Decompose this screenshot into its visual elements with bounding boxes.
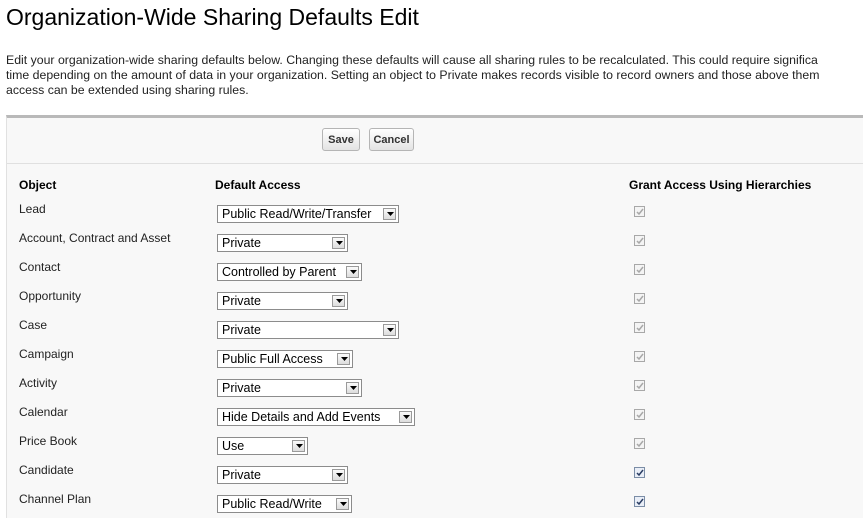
default-access-value: Hide Details and Add Events [222, 410, 381, 424]
grant-access-checkbox [634, 409, 645, 420]
description-line: time depending on the amount of data in … [6, 68, 820, 82]
checkmark-icon [636, 469, 644, 477]
object-label: Candidate [19, 463, 74, 477]
checkmark-icon [636, 266, 644, 274]
grant-access-checkbox [634, 380, 645, 391]
column-header-default-access: Default Access [215, 178, 301, 192]
button-bar: Save Cancel [7, 118, 863, 164]
default-access-value: Private [222, 236, 261, 250]
grant-access-checkbox [634, 351, 645, 362]
object-label: Lead [19, 202, 46, 216]
grant-access-checkbox [634, 235, 645, 246]
object-label: Contact [19, 260, 61, 274]
object-label: Campaign [19, 347, 74, 361]
sharing-row: Price Book Use [7, 434, 863, 463]
default-access-select[interactable]: Public Full Access [217, 350, 353, 368]
chevron-down-icon[interactable] [332, 469, 345, 481]
object-label: Activity [19, 376, 58, 390]
chevron-down-icon[interactable] [336, 498, 349, 510]
column-header-grant-access: Grant Access Using Hierarchies [629, 178, 812, 192]
sharing-row: Opportunity Private [7, 289, 863, 318]
object-label: Price Book [19, 434, 78, 448]
object-label: Opportunity [19, 289, 82, 303]
checkmark-icon [636, 498, 644, 506]
page-description: Edit your organization-wide sharing defa… [6, 53, 863, 98]
sharing-row: Case Private [7, 318, 863, 347]
chevron-down-icon[interactable] [346, 266, 359, 278]
default-access-select[interactable]: Use [217, 437, 308, 455]
sharing-row: Campaign Public Full Access [7, 347, 863, 376]
chevron-down-icon[interactable] [346, 382, 359, 394]
sharing-row: Candidate Private [7, 463, 863, 492]
default-access-value: Private [222, 468, 261, 482]
description-line: access can be extended using sharing rul… [6, 83, 249, 97]
object-label: Case [19, 318, 48, 332]
checkmark-icon [636, 237, 644, 245]
object-label: Calendar [19, 405, 68, 419]
default-access-select[interactable]: Hide Details and Add Events [217, 408, 415, 426]
grant-access-checkbox [634, 293, 645, 304]
default-access-select[interactable]: Private [217, 234, 348, 252]
page-title: Organization-Wide Sharing Defaults Edit [6, 4, 419, 30]
column-header-object: Object [19, 178, 57, 192]
chevron-down-icon[interactable] [332, 295, 345, 307]
checkmark-icon [636, 295, 644, 303]
chevron-down-icon[interactable] [383, 208, 396, 220]
checkmark-icon [636, 208, 644, 216]
default-access-value: Use [222, 439, 245, 453]
default-access-value: Public Read/Write [222, 497, 322, 511]
grant-access-checkbox [634, 264, 645, 275]
default-access-value: Private [222, 294, 261, 308]
object-label: Channel Plan [19, 492, 92, 506]
default-access-select[interactable]: Private [217, 292, 348, 310]
sharing-row: Account, Contract and Asset Private [7, 231, 863, 260]
grant-access-checkbox[interactable] [634, 467, 645, 478]
save-button[interactable]: Save [322, 128, 360, 151]
grant-access-checkbox[interactable] [634, 496, 645, 507]
chevron-down-icon[interactable] [399, 411, 412, 423]
default-access-select[interactable]: Controlled by Parent [217, 263, 362, 281]
default-access-value: Controlled by Parent [222, 265, 336, 279]
grant-access-checkbox [634, 206, 645, 217]
checkmark-icon [636, 382, 644, 390]
grant-access-checkbox [634, 322, 645, 333]
description-line: Edit your organization-wide sharing defa… [6, 53, 818, 67]
checkmark-icon [636, 353, 644, 361]
grant-access-checkbox [634, 438, 645, 449]
checkmark-icon [636, 411, 644, 419]
default-access-select[interactable]: Private [217, 379, 362, 397]
sharing-row: Activity Private [7, 376, 863, 405]
chevron-down-icon[interactable] [383, 324, 396, 336]
default-access-value: Public Full Access [222, 352, 323, 366]
chevron-down-icon[interactable] [292, 440, 305, 452]
checkmark-icon [636, 440, 644, 448]
cancel-button[interactable]: Cancel [369, 128, 414, 151]
sharing-row: Lead Public Read/Write/Transfer [7, 202, 863, 231]
sharing-row: Calendar Hide Details and Add Events [7, 405, 863, 434]
checkmark-icon [636, 324, 644, 332]
chevron-down-icon[interactable] [337, 353, 350, 365]
sharing-row: Contact Controlled by Parent [7, 260, 863, 289]
sharing-defaults-panel: Save Cancel Object Default Access Grant … [6, 115, 863, 518]
sharing-row: Channel Plan Public Read/Write [7, 492, 863, 521]
object-label: Account, Contract and Asset [19, 231, 171, 245]
chevron-down-icon[interactable] [332, 237, 345, 249]
default-access-select[interactable]: Public Read/Write/Transfer [217, 205, 399, 223]
default-access-select[interactable]: Private [217, 466, 348, 484]
default-access-select[interactable]: Public Read/Write [217, 495, 352, 513]
default-access-select[interactable]: Private [217, 321, 399, 339]
default-access-value: Public Read/Write/Transfer [222, 207, 372, 221]
default-access-value: Private [222, 323, 261, 337]
default-access-value: Private [222, 381, 261, 395]
